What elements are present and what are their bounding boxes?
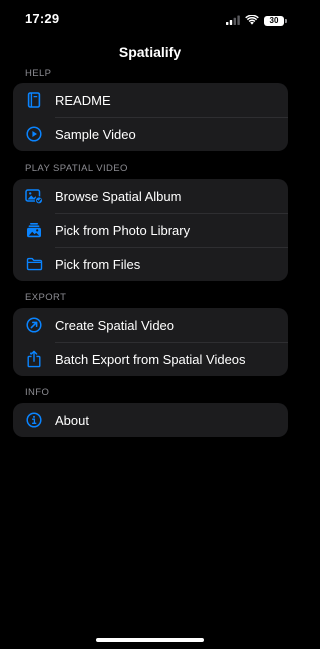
- row-batch-export-label: Batch Export from Spatial Videos: [55, 351, 246, 367]
- section-header-export: EXPORT: [25, 292, 67, 303]
- folder-icon: [13, 257, 55, 271]
- book-icon: [13, 92, 55, 108]
- photo-stack-icon: [13, 222, 55, 238]
- battery-icon: 30: [264, 16, 287, 26]
- row-readme-label: README: [55, 92, 111, 108]
- row-sample-video-label: Sample Video: [55, 126, 136, 142]
- info-circle-icon: [13, 412, 55, 428]
- section-header-help: HELP: [25, 68, 52, 79]
- row-create-spatial-video-label: Create Spatial Video: [55, 317, 175, 333]
- row-batch-export[interactable]: Batch Export from Spatial Videos: [13, 342, 288, 376]
- group-help: README Sample Video: [13, 83, 288, 151]
- section-header-info: INFO: [25, 387, 50, 398]
- status-time: 17:29: [25, 11, 60, 26]
- group-play: Browse Spatial Album Pick from Photo Lib…: [13, 179, 288, 281]
- page-title: Spatialify: [118, 44, 182, 60]
- play-circle-icon: [13, 126, 55, 142]
- row-pick-photo-library[interactable]: Pick from Photo Library: [13, 213, 288, 247]
- row-create-spatial-video[interactable]: Create Spatial Video: [13, 308, 288, 342]
- row-pick-files-label: Pick from Files: [55, 256, 141, 272]
- row-browse-spatial-album-label: Browse Spatial Album: [55, 188, 182, 204]
- row-pick-files[interactable]: Pick from Files: [13, 247, 288, 281]
- signal-icon: [226, 12, 240, 30]
- group-info: About: [13, 403, 288, 437]
- row-browse-spatial-album[interactable]: Browse Spatial Album: [13, 179, 288, 213]
- row-sample-video[interactable]: Sample Video: [13, 117, 288, 151]
- photo-album-icon: [13, 188, 55, 204]
- status-icons: 30: [226, 12, 287, 30]
- create-arrow-circle-icon: [13, 317, 55, 333]
- row-about[interactable]: About: [13, 403, 288, 437]
- section-header-play: PLAY SPATIAL VIDEO: [25, 163, 128, 174]
- battery-level: 30: [269, 16, 279, 25]
- home-indicator[interactable]: [96, 638, 204, 642]
- share-stack-icon: [13, 350, 55, 368]
- row-about-label: About: [55, 412, 89, 428]
- group-export: Create Spatial Video Batch Export from S…: [13, 308, 288, 376]
- status-bar: 17:29 30: [0, 0, 300, 38]
- row-pick-photo-library-label: Pick from Photo Library: [55, 222, 191, 238]
- wifi-icon: [245, 12, 259, 30]
- row-readme[interactable]: README: [13, 83, 288, 117]
